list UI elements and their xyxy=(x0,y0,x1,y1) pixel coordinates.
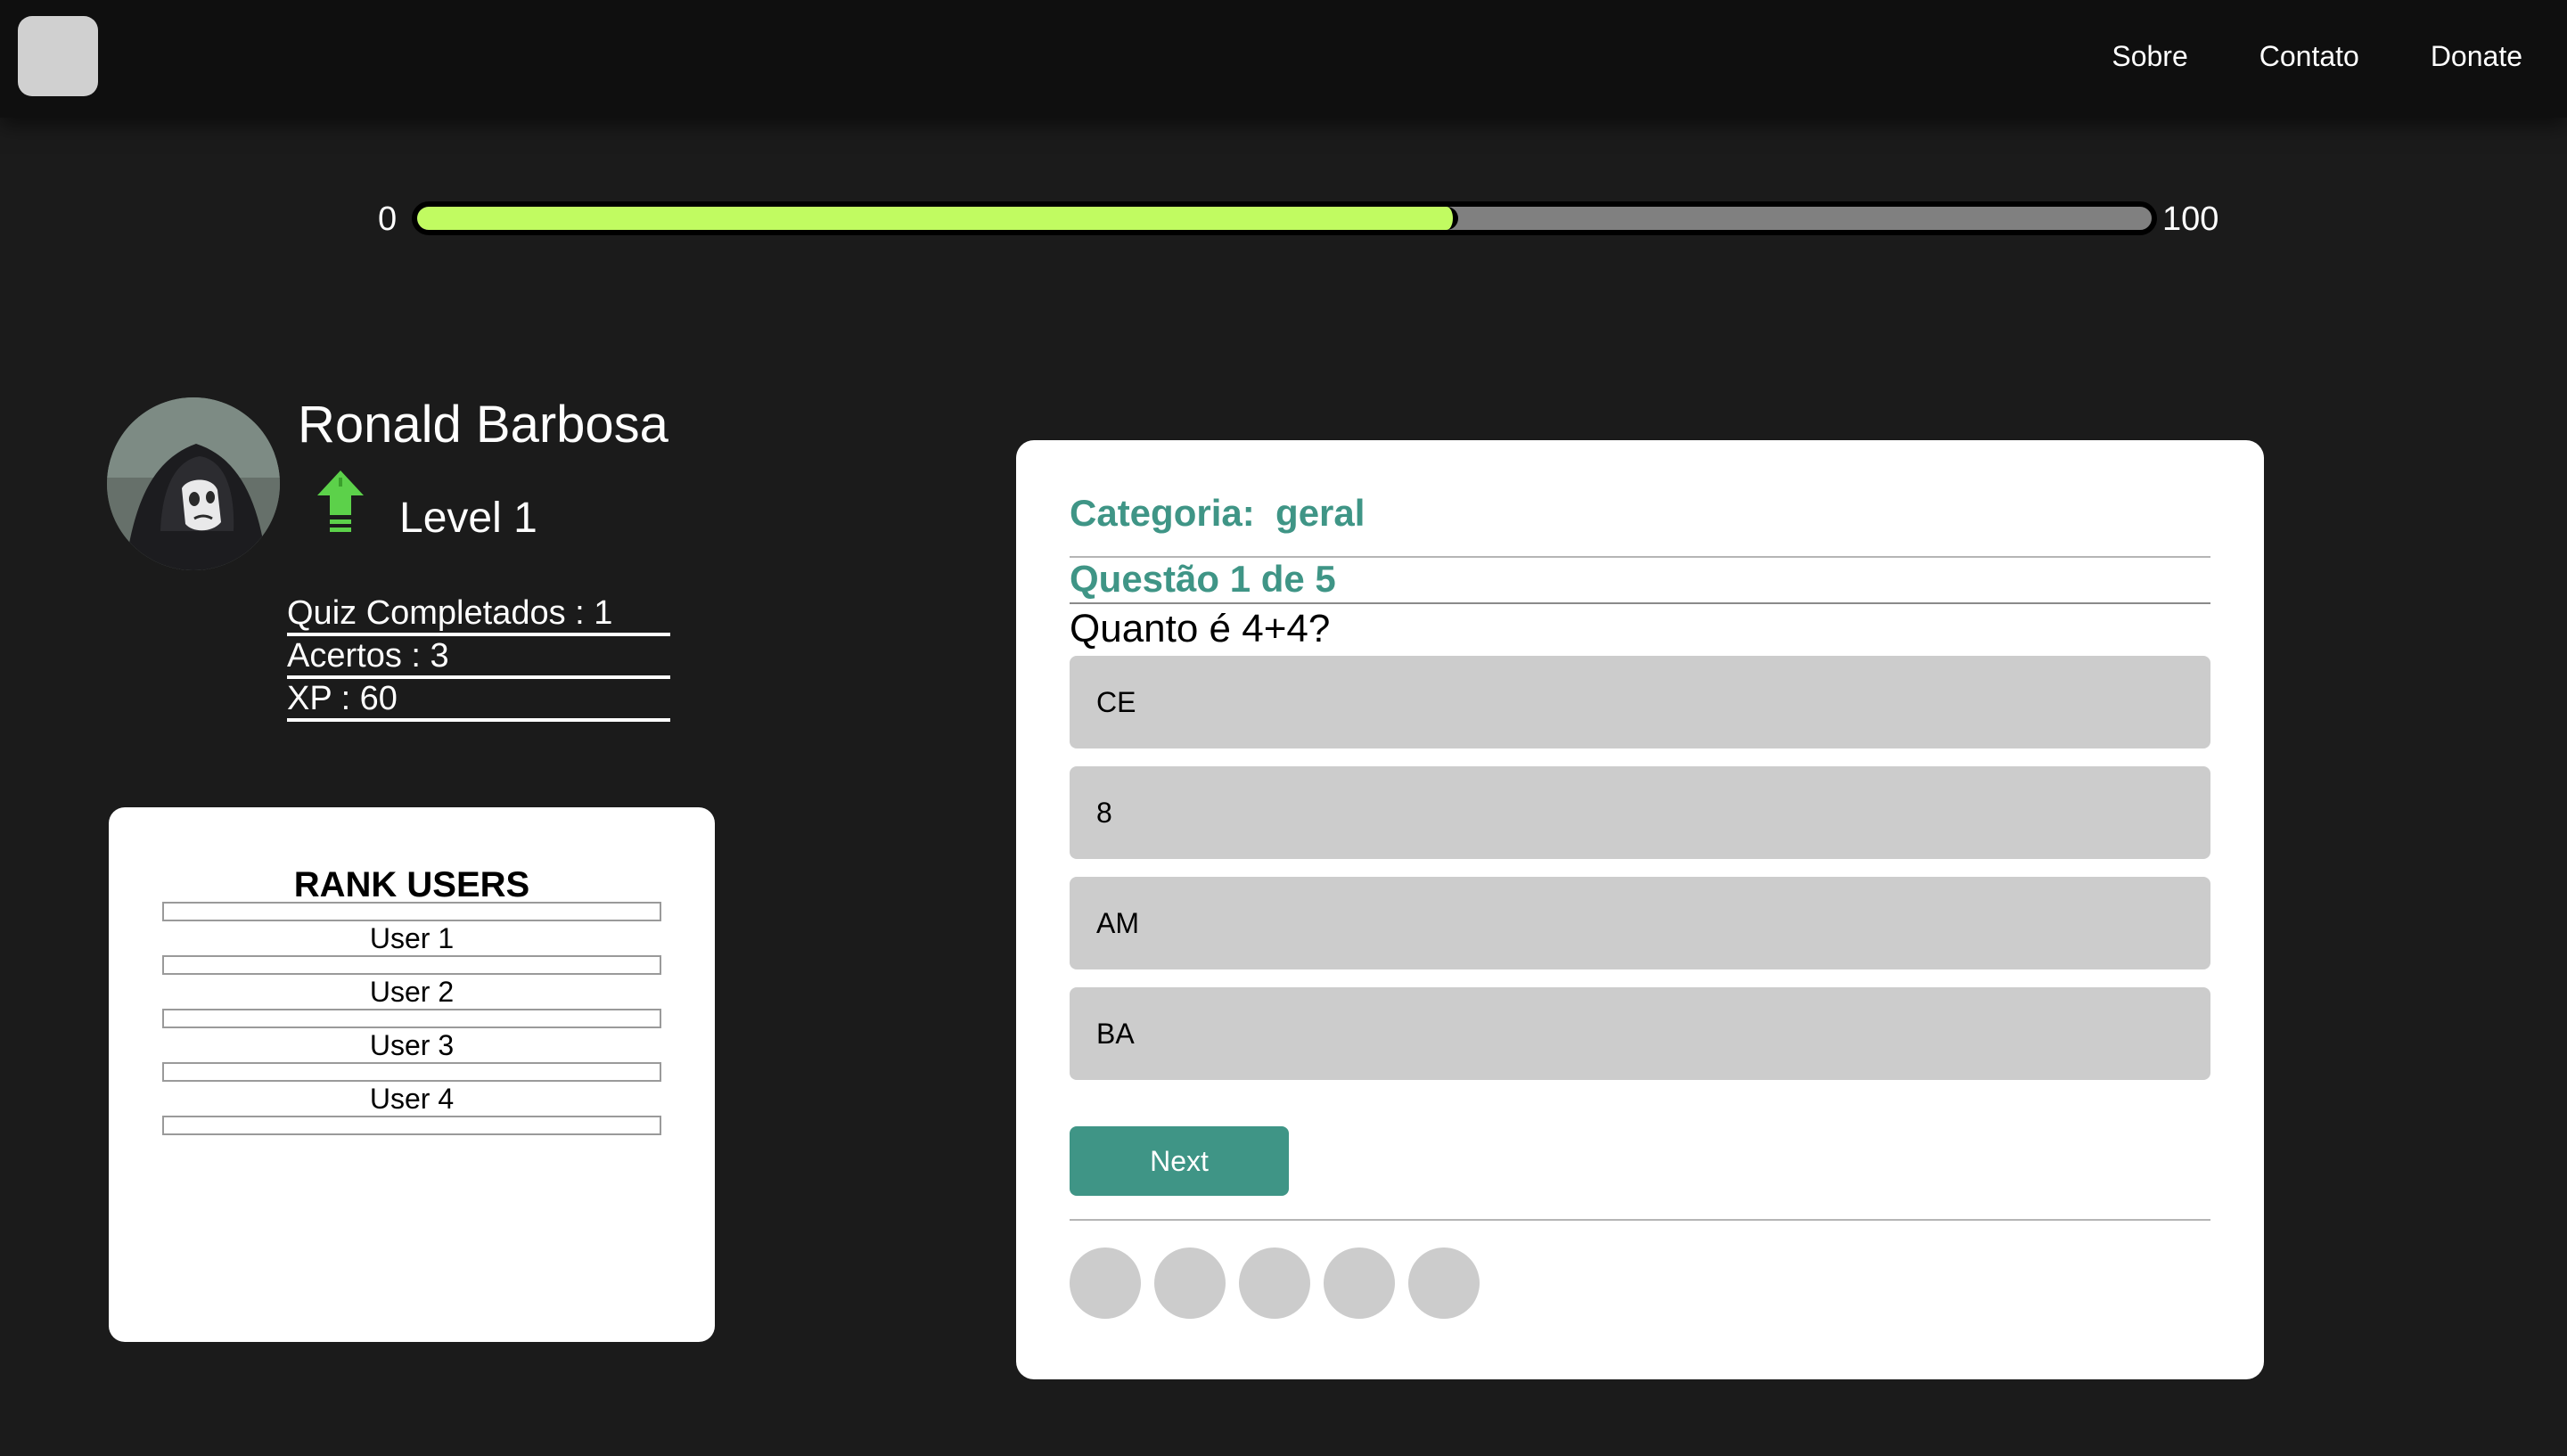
xp-progress-bar xyxy=(412,201,2157,235)
progress-min-label: 0 xyxy=(378,200,398,238)
top-navbar: Sobre Contato Donate xyxy=(0,0,2567,118)
category-label: Categoria: xyxy=(1070,492,1255,534)
quiz-card: Categoria: geral Questão 1 de 5 Quanto é… xyxy=(1016,440,2264,1379)
answer-option-2[interactable]: 8 xyxy=(1070,766,2210,859)
rank-divider xyxy=(162,1116,661,1135)
answer-option-3[interactable]: AM xyxy=(1070,877,2210,969)
logo[interactable] xyxy=(18,16,98,96)
stat-correct-answers: Acertos : 3 xyxy=(287,636,670,679)
rank-list: User 1 User 2 User 3 User 4 xyxy=(162,902,661,1135)
progress-dot xyxy=(1239,1247,1310,1319)
progress-dot xyxy=(1154,1247,1226,1319)
nav-link-sobre[interactable]: Sobre xyxy=(2112,40,2187,73)
stat-xp: XP : 60 xyxy=(287,679,670,722)
level-up-arrow-icon xyxy=(317,470,364,532)
nav-link-donate[interactable]: Donate xyxy=(2431,40,2522,73)
user-name: Ronald Barbosa xyxy=(298,396,668,454)
answer-option-1[interactable]: CE xyxy=(1070,656,2210,748)
category-value: geral xyxy=(1275,492,1366,534)
rank-card: RANK USERS User 1 User 2 User 3 User 4 xyxy=(109,807,715,1342)
stat-quiz-completed: Quiz Completados : 1 xyxy=(287,593,670,636)
avatar xyxy=(107,397,280,570)
next-button[interactable]: Next xyxy=(1070,1126,1289,1196)
progress-max-label: 100 xyxy=(2162,200,2219,238)
nav-links: Sobre Contato Donate xyxy=(2112,0,2522,112)
question-number: Questão 1 de 5 xyxy=(1070,558,1336,600)
xp-progress-fill xyxy=(417,207,1458,230)
question-progress-dots xyxy=(1070,1247,1480,1319)
level-label: Level 1 xyxy=(399,495,537,542)
nav-link-contato[interactable]: Contato xyxy=(2259,40,2359,73)
rank-title: RANK USERS xyxy=(293,865,530,904)
progress-dot xyxy=(1408,1247,1480,1319)
rank-item: User 1 xyxy=(369,922,455,954)
rank-divider xyxy=(162,1062,661,1082)
quiz-category: Categoria: geral xyxy=(1070,490,1365,547)
avatar-image xyxy=(107,397,280,570)
rank-divider xyxy=(162,902,661,921)
progress-dot xyxy=(1324,1247,1395,1319)
rank-item: User 2 xyxy=(369,976,455,1008)
user-stats: Quiz Completados : 1 Acertos : 3 XP : 60 xyxy=(287,593,670,722)
rank-divider xyxy=(162,1009,661,1028)
footer-divider xyxy=(1070,1219,2210,1221)
rank-divider xyxy=(162,955,661,975)
rank-item: User 3 xyxy=(369,1029,455,1061)
question-divider xyxy=(1070,602,2210,604)
answer-option-4[interactable]: BA xyxy=(1070,987,2210,1080)
question-text: Quanto é 4+4? xyxy=(1070,607,1331,650)
progress-dot xyxy=(1070,1247,1141,1319)
rank-item: User 4 xyxy=(369,1083,455,1115)
